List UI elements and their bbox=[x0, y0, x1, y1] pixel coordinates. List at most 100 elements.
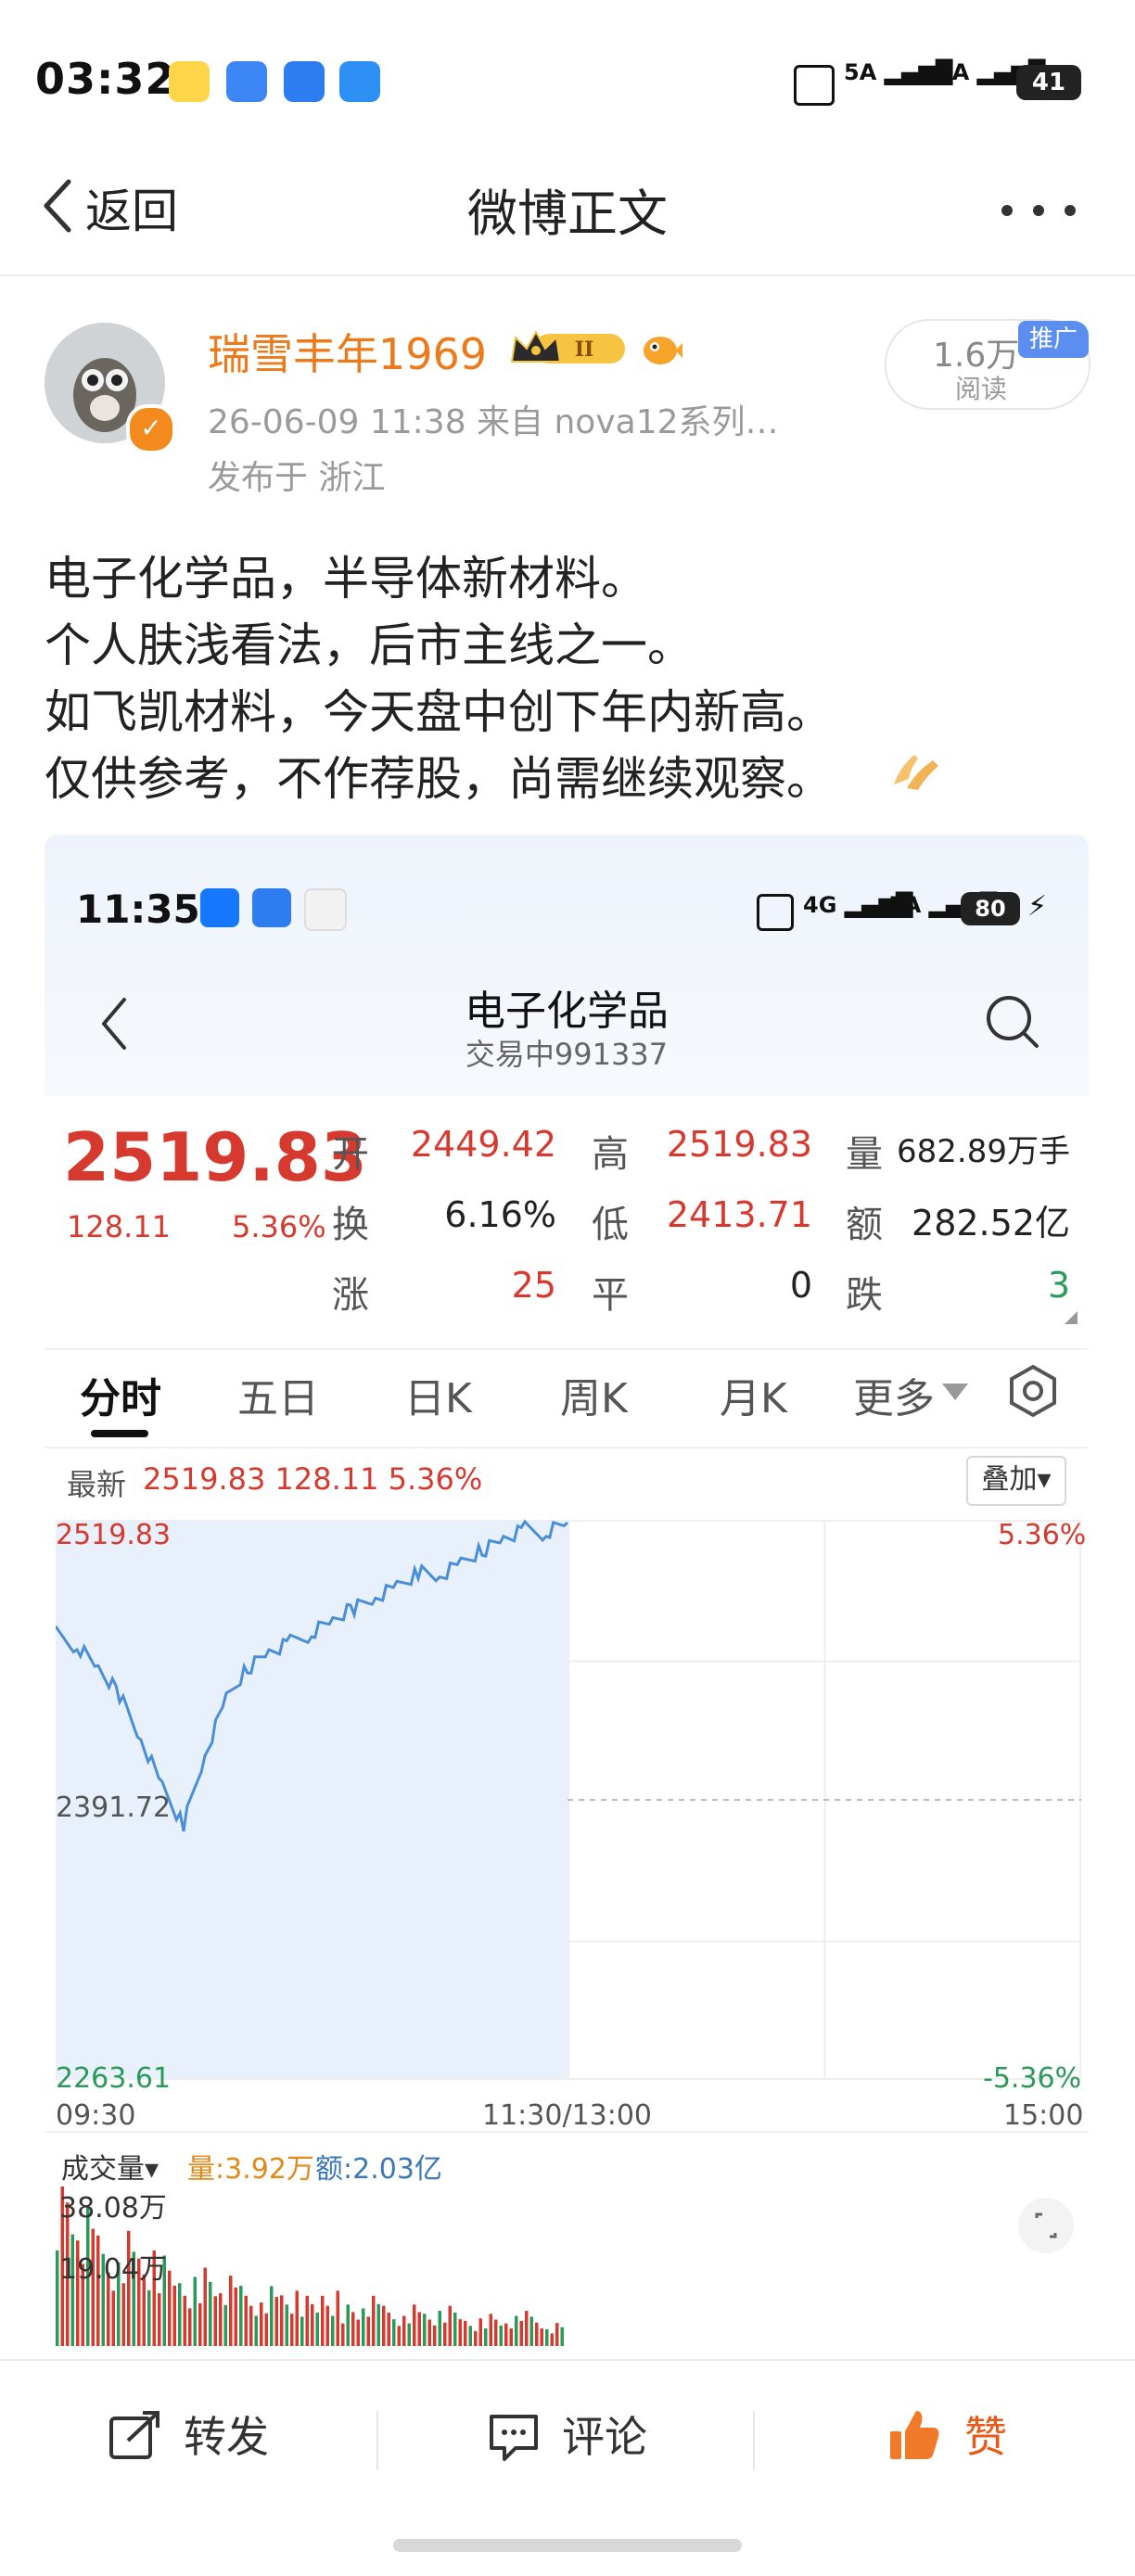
volume-bar bbox=[331, 2315, 335, 2346]
comment-icon[interactable] bbox=[488, 2411, 540, 2467]
volume-axis-mid-label: 19.04万 bbox=[59, 2253, 167, 2286]
volume-bar bbox=[147, 2289, 151, 2346]
y-axis-mid-label: 2391.72 bbox=[56, 1792, 172, 1824]
decliners-value: 3 bbox=[1047, 1265, 1070, 1306]
promo-badge: 推广 bbox=[1018, 321, 1089, 358]
chevron-down-icon[interactable] bbox=[942, 1384, 968, 1400]
embed-status-time: 11:35 bbox=[76, 886, 200, 932]
volume-bar bbox=[172, 2285, 176, 2346]
low-value: 2413.71 bbox=[666, 1194, 812, 1235]
volume-bar bbox=[325, 2305, 329, 2346]
volume-bar bbox=[540, 2328, 543, 2346]
fish-badge-icon[interactable] bbox=[638, 326, 682, 371]
volume-bar bbox=[158, 2293, 161, 2346]
post-line-1: 电子化学品，半导体新材料。 bbox=[45, 552, 647, 606]
corner-triangle-icon bbox=[1065, 1311, 1078, 1324]
volume-bar bbox=[229, 2276, 233, 2346]
volume-bar bbox=[545, 2328, 549, 2346]
tab-more[interactable]: 更多 bbox=[853, 1365, 935, 1424]
tab-monthly-k[interactable]: 月K bbox=[720, 1365, 787, 1424]
comment-button[interactable]: 评论 bbox=[562, 2404, 647, 2465]
volume-bar bbox=[372, 2295, 376, 2346]
home-indicator[interactable] bbox=[393, 2539, 742, 2552]
pray-hands-icon bbox=[890, 747, 942, 796]
page-title: 微博正文 bbox=[467, 185, 668, 243]
decliners-label: 跌 bbox=[846, 1274, 883, 1317]
badge-level-text: II bbox=[575, 338, 594, 362]
message-icon bbox=[226, 61, 267, 102]
volume-bar bbox=[484, 2328, 488, 2346]
tab-intraday[interactable]: 分时 bbox=[80, 1365, 161, 1424]
author-name[interactable]: 瑞雪丰年1969 bbox=[208, 321, 487, 382]
expand-icon[interactable] bbox=[1018, 2198, 1074, 2253]
volume-bar bbox=[315, 2312, 319, 2346]
volume-bar bbox=[336, 2290, 339, 2346]
post-line-2: 个人肤浅看法，后市主线之一。 bbox=[45, 618, 694, 672]
tab-active-indicator bbox=[91, 1430, 148, 1437]
unchanged-value: 0 bbox=[789, 1265, 812, 1306]
latest-label: 最新 bbox=[67, 1467, 127, 1502]
bottom-divider-2 bbox=[753, 2411, 755, 2470]
volume-bar bbox=[209, 2281, 212, 2346]
amount-label: 额 bbox=[846, 1204, 883, 1246]
volume-bar bbox=[519, 2320, 523, 2346]
tab-five-day[interactable]: 五日 bbox=[237, 1365, 319, 1424]
volume-bar bbox=[515, 2315, 518, 2346]
volume-bar bbox=[111, 2290, 115, 2346]
bluetooth-app-icon bbox=[284, 61, 325, 102]
advancers-label: 涨 bbox=[332, 1274, 369, 1317]
volume-bar bbox=[198, 2302, 202, 2346]
volume-value: 682.89万手 bbox=[897, 1133, 1070, 1170]
verified-badge-icon: ✓ bbox=[126, 404, 176, 454]
embed-title: 电子化学品 bbox=[465, 988, 669, 1035]
repost-button[interactable]: 转发 bbox=[184, 2404, 269, 2465]
nfc-icon bbox=[757, 894, 794, 931]
volume-bar bbox=[453, 2312, 457, 2346]
thumbs-up-icon[interactable] bbox=[886, 2407, 942, 2467]
x-axis-mid-label: 11:30/13:00 bbox=[482, 2099, 653, 2132]
volume-bar bbox=[168, 2270, 172, 2346]
volume-bar bbox=[382, 2305, 386, 2346]
volume-axis-top-label: 38.08万 bbox=[59, 2192, 167, 2225]
nav-divider bbox=[0, 274, 1135, 276]
volume-bar bbox=[458, 2319, 462, 2346]
volume-bar bbox=[178, 2283, 182, 2346]
post-location: 发布于 浙江 bbox=[208, 459, 386, 497]
volume-bar bbox=[234, 2287, 237, 2346]
settings-hexagon-icon[interactable] bbox=[1005, 1363, 1061, 1419]
index-change-pct: 5.36% bbox=[232, 1209, 326, 1244]
low-label: 低 bbox=[592, 1204, 629, 1246]
volume-bar bbox=[474, 2330, 478, 2346]
volume-bar bbox=[56, 2250, 59, 2346]
read-label: 阅读 bbox=[955, 374, 1008, 404]
y-axis-bottom-label: 2263.61 bbox=[56, 2062, 172, 2095]
shield-icon bbox=[339, 61, 380, 102]
volume-bar bbox=[443, 2322, 447, 2346]
intraday-chart[interactable] bbox=[56, 1517, 1081, 2092]
volume-bar bbox=[427, 2319, 431, 2346]
more-dots-icon[interactable] bbox=[1001, 202, 1096, 220]
volume-bar bbox=[535, 2322, 539, 2346]
volume-bar bbox=[509, 2328, 513, 2346]
volume-bar bbox=[311, 2303, 314, 2346]
like-button[interactable]: 赞 bbox=[964, 2404, 1007, 2465]
volume-bar bbox=[213, 2296, 217, 2346]
volume-bar bbox=[417, 2312, 421, 2346]
crown-level-badge-icon[interactable]: II bbox=[508, 325, 629, 373]
overlay-dropdown[interactable]: 叠加▾ bbox=[966, 1456, 1066, 1506]
weibo-app-icon bbox=[169, 61, 210, 102]
volume-separator bbox=[45, 2131, 1089, 2133]
volume-bar bbox=[468, 2326, 472, 2346]
volume-bar bbox=[223, 2304, 227, 2346]
latest-values: 2519.83 128.11 5.36% bbox=[143, 1461, 483, 1497]
tab-weekly-k[interactable]: 周K bbox=[560, 1365, 628, 1424]
volume-bar bbox=[280, 2295, 284, 2346]
volume-bar bbox=[295, 2290, 299, 2346]
volume-bar bbox=[489, 2314, 492, 2346]
high-value: 2519.83 bbox=[666, 1124, 812, 1165]
index-change: 128.11 bbox=[67, 1209, 171, 1244]
volume-bar bbox=[274, 2297, 278, 2346]
repost-icon[interactable] bbox=[108, 2409, 163, 2465]
search-icon[interactable] bbox=[983, 992, 1042, 1052]
tab-daily-k[interactable]: 日K bbox=[404, 1365, 472, 1424]
